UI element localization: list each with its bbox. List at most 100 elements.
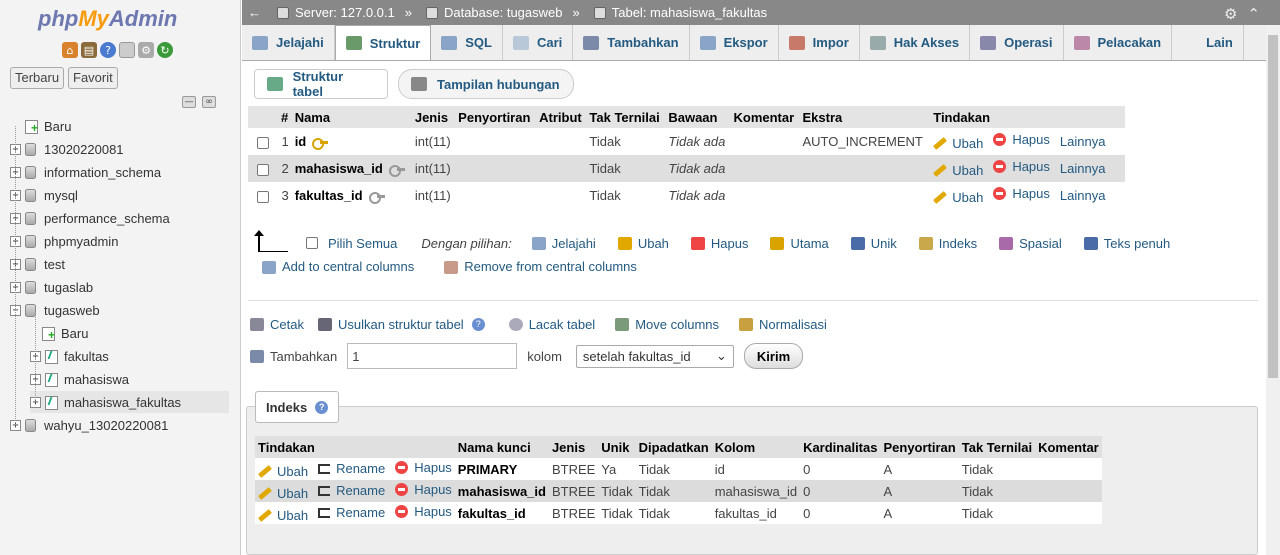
row-checkbox[interactable] <box>257 136 269 149</box>
column-count-input[interactable] <box>347 343 518 369</box>
tree-item-mysql[interactable]: + mysql <box>10 184 78 206</box>
edit-index-button[interactable]: Ubah <box>258 508 308 523</box>
column-header[interactable]: Komentar <box>730 106 800 128</box>
settings-icon[interactable]: ⚙⌃ <box>1224 5 1270 23</box>
bulk-hapus-button[interactable]: Hapus <box>690 236 748 251</box>
tree-item-baru[interactable]: Baru <box>30 322 88 344</box>
column-header[interactable]: Ekstra <box>799 106 931 128</box>
tab-operasi[interactable]: Operasi <box>970 25 1064 60</box>
rename-index-button[interactable]: Rename <box>318 483 385 498</box>
tab-lain[interactable]: Lain <box>1172 25 1244 60</box>
more-actions-dropdown[interactable]: Lainnya <box>1060 188 1106 203</box>
remove-central-columns-link[interactable]: Remove from central columns <box>444 259 637 275</box>
docs-icon[interactable] <box>119 42 135 58</box>
more-actions-dropdown[interactable]: Lainnya <box>1060 161 1106 176</box>
row-checkbox[interactable] <box>257 190 269 203</box>
column-header[interactable]: Atribut <box>536 106 587 128</box>
bulk-ubah-button[interactable]: Ubah <box>617 236 669 251</box>
tree-item-wahyu-13020220081[interactable]: + wahyu_13020220081 <box>10 414 168 436</box>
add-central-columns-link[interactable]: Add to central columns <box>262 259 414 275</box>
print-link[interactable]: Cetak <box>250 317 304 332</box>
tab-impor[interactable]: Impor <box>779 25 860 60</box>
tree-item-information-schema[interactable]: + information_schema <box>10 161 161 183</box>
tree-item-baru[interactable]: Baru <box>10 115 71 137</box>
drop-column-button[interactable]: Hapus <box>993 186 1050 201</box>
edit-column-button[interactable]: Ubah <box>933 136 983 151</box>
scrollbar[interactable] <box>1266 25 1280 555</box>
link-icon[interactable]: ∞ <box>202 96 216 108</box>
column-name[interactable]: fakultas_id <box>295 188 363 203</box>
logout-icon[interactable]: ▤ <box>81 42 97 58</box>
tab-pelacakan[interactable]: Pelacakan <box>1064 25 1173 60</box>
home-icon[interactable]: ⌂ <box>62 42 78 58</box>
collapse-all-icon[interactable]: — <box>182 96 196 108</box>
tree-item-13020220081[interactable]: +13020220081 <box>10 138 124 160</box>
tree-item-mahasiswa-fakultas[interactable]: + mahasiswa_fakultas <box>30 391 229 413</box>
breadcrumb-server[interactable]: Server: 127.0.0.1 <box>265 5 395 20</box>
subtab-relation-view[interactable]: Tampilan hubungan <box>398 69 574 99</box>
breadcrumb-table[interactable]: Tabel: mahasiswa_fakultas <box>582 5 767 20</box>
tree-item-tugasweb[interactable]: − tugasweb <box>10 299 100 321</box>
tree-item-phpmyadmin[interactable]: + phpmyadmin <box>10 230 118 252</box>
tree-item-fakultas[interactable]: + fakultas <box>30 345 109 367</box>
tree-item-performance-schema[interactable]: + performance_schema <box>10 207 170 229</box>
recent-tables-button[interactable]: Terbaru <box>10 67 65 89</box>
drop-column-button[interactable]: Hapus <box>993 159 1050 174</box>
tab-cari[interactable]: Cari <box>503 25 574 60</box>
drop-column-button[interactable]: Hapus <box>993 132 1050 147</box>
gear-icon[interactable]: ⚙ <box>138 42 154 58</box>
phpmyadmin-logo[interactable]: phpMyAdmin <box>38 6 177 32</box>
edit-index-button[interactable]: Ubah <box>258 486 308 501</box>
breadcrumb-database[interactable]: Database: tugasweb <box>414 5 563 20</box>
tab-jelajahi[interactable]: Jelajahi <box>242 25 335 60</box>
help-icon[interactable]: ? <box>100 42 116 58</box>
back-arrow-icon[interactable]: ← <box>248 5 261 20</box>
column-header[interactable]: Jenis <box>411 106 456 128</box>
column-header[interactable]: Tak Ternilai <box>586 106 666 128</box>
column-header[interactable]: Nama <box>291 106 412 128</box>
rename-index-button[interactable]: Rename <box>318 505 385 520</box>
help-icon[interactable]: ? <box>471 318 485 331</box>
submit-button[interactable]: Kirim <box>743 343 804 369</box>
bulk-indeks-button[interactable]: Indeks <box>918 236 977 251</box>
select-all-label[interactable]: Pilih Semua <box>328 236 397 251</box>
tree-item-tugaslab[interactable]: + tugaslab <box>10 276 93 298</box>
reload-icon[interactable]: ↻ <box>157 42 173 58</box>
drop-index-button[interactable]: Hapus <box>395 482 452 497</box>
column-header[interactable]: Bawaan <box>665 106 731 128</box>
tree-item-test[interactable]: + test <box>10 253 65 275</box>
propose-structure-link[interactable]: Usulkan struktur tabel? <box>317 317 485 332</box>
bulk-spasial-button[interactable]: Spasial <box>999 236 1062 251</box>
track-table-link[interactable]: Lacak tabel <box>508 317 595 332</box>
tab-struktur[interactable]: Struktur <box>334 25 432 60</box>
normalize-link[interactable]: Normalisasi <box>739 317 827 332</box>
column-header[interactable]: # <box>278 106 292 128</box>
help-icon[interactable]: ? <box>315 400 329 414</box>
column-header[interactable]: Tindakan <box>930 106 1125 128</box>
subtab-table-structure[interactable]: Struktur tabel <box>254 69 388 99</box>
tab-tambahkan[interactable]: Tambahkan <box>573 25 690 60</box>
favorite-tables-button[interactable]: Favorit <box>68 67 118 89</box>
column-name[interactable]: mahasiswa_id <box>295 161 383 176</box>
drop-index-button[interactable]: Hapus <box>395 504 452 519</box>
row-checkbox[interactable] <box>257 163 269 176</box>
edit-column-button[interactable]: Ubah <box>933 163 983 178</box>
drop-index-button[interactable]: Hapus <box>395 460 452 475</box>
tab-ekspor[interactable]: Ekspor <box>690 25 779 60</box>
column-header[interactable]: Penyortiran <box>455 106 537 128</box>
bulk-jelajahi-button[interactable]: Jelajahi <box>531 236 596 251</box>
bulk-unik-button[interactable]: Unik <box>850 236 897 251</box>
rename-index-button[interactable]: Rename <box>318 461 385 476</box>
edit-index-button[interactable]: Ubah <box>258 464 308 479</box>
scrollbar-thumb[interactable] <box>1268 35 1278 378</box>
more-actions-dropdown[interactable]: Lainnya <box>1060 134 1106 149</box>
bulk-utama-button[interactable]: Utama <box>770 236 829 251</box>
tree-item-mahasiswa[interactable]: + mahasiswa <box>30 368 129 390</box>
move-columns-link[interactable]: Move columns <box>615 317 719 332</box>
tab-sql[interactable]: SQL <box>431 25 503 60</box>
bulk-teks-penuh-button[interactable]: Teks penuh <box>1083 236 1170 251</box>
column-name[interactable]: id <box>295 134 307 149</box>
edit-column-button[interactable]: Ubah <box>933 190 983 205</box>
column-position-select[interactable]: setelah fakultas_id ⌄ <box>575 344 734 368</box>
select-all-checkbox[interactable] <box>306 237 318 249</box>
